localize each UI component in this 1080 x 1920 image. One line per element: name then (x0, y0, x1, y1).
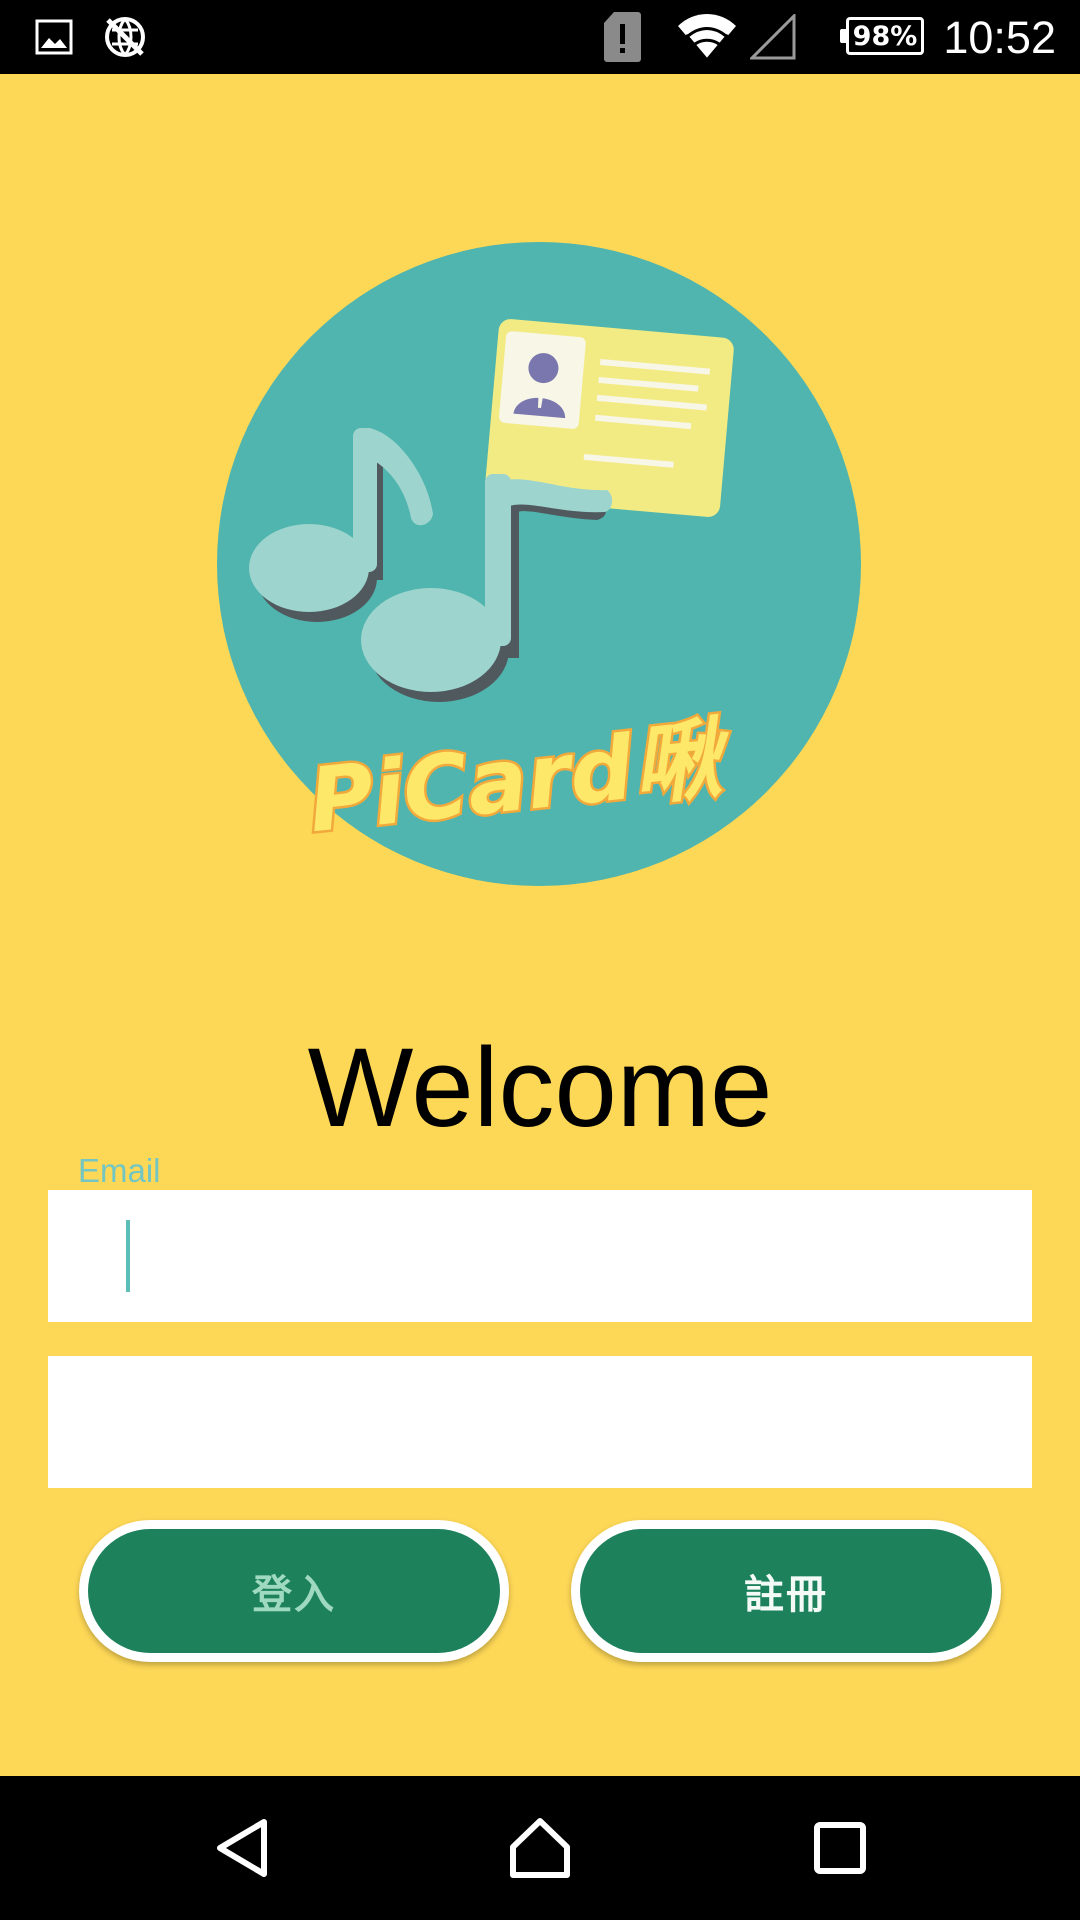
email-field[interactable] (48, 1190, 1032, 1322)
register-button-label: 註冊 (580, 1529, 992, 1653)
back-icon[interactable] (170, 1776, 314, 1920)
navigation-bar (0, 1776, 1080, 1920)
recents-icon[interactable] (768, 1776, 912, 1920)
register-button[interactable]: 註冊 (571, 1520, 1001, 1662)
login-button-label: 登入 (88, 1529, 500, 1653)
gallery-icon (34, 0, 74, 74)
email-label: Email (78, 1152, 161, 1189)
text-cursor (126, 1220, 130, 1292)
sim-alert-icon (602, 0, 642, 74)
status-bar: 98% 10:52 (0, 0, 1080, 74)
no-sync-icon (102, 0, 148, 74)
home-icon[interactable] (468, 1776, 612, 1920)
welcome-title: Welcome (307, 1025, 773, 1150)
cell-signal-icon (750, 0, 796, 74)
login-button[interactable]: 登入 (79, 1520, 509, 1662)
password-field[interactable] (48, 1356, 1032, 1488)
battery-indicator: 98% (840, 17, 924, 55)
logo-image: PiCard啾 (217, 242, 861, 886)
clock: 10:52 (943, 12, 1056, 63)
picard-logo: PiCard啾 (217, 242, 861, 886)
wifi-icon (676, 0, 738, 74)
